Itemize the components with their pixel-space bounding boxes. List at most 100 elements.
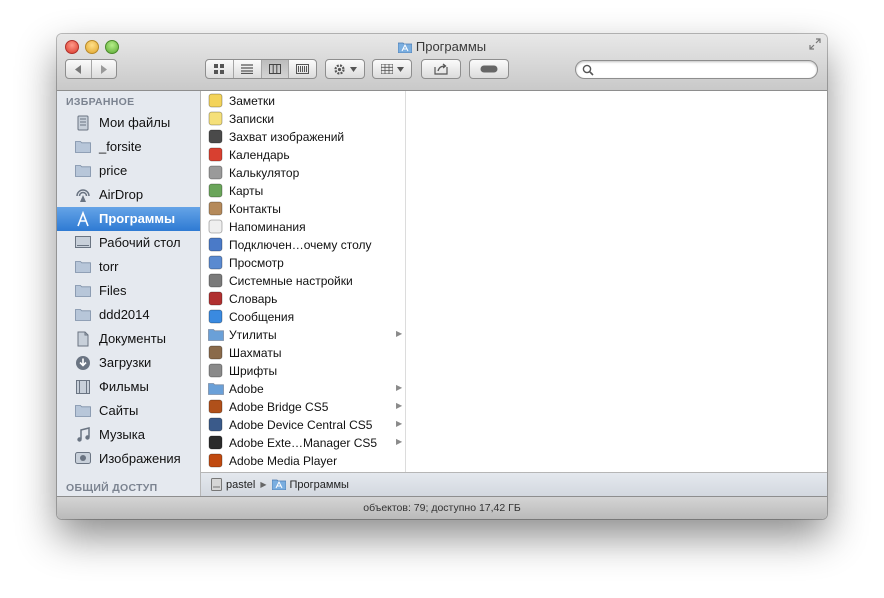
sidebar-item[interactable]: price <box>57 159 200 183</box>
notes-icon <box>208 93 223 108</box>
column-list-item[interactable]: Adobe Exte…Manager CS5 ▶ <box>201 434 405 452</box>
sidebar-item-label: price <box>99 163 128 178</box>
column-view-button[interactable] <box>261 60 290 78</box>
list-view-icon <box>241 64 254 74</box>
folder-icon <box>75 403 93 419</box>
column-item-label: Контакты <box>229 202 281 216</box>
column-item-label: Сообщения <box>229 310 295 324</box>
arrange-grid-icon <box>380 64 393 74</box>
stickies-icon <box>208 111 223 126</box>
music-icon <box>75 427 93 443</box>
column-list-item[interactable]: Утилиты ▶ <box>201 326 405 344</box>
sidebar-item[interactable]: Изображения <box>57 447 200 471</box>
column-list-item[interactable]: Просмотр <box>201 254 405 272</box>
view-mode-control <box>205 59 317 79</box>
column-list-item[interactable]: Сообщения <box>201 308 405 326</box>
column-list-item[interactable]: Записки <box>201 110 405 128</box>
applications-icon <box>75 210 93 227</box>
column-item-label: Заметки <box>229 94 275 108</box>
sidebar-item[interactable]: Программы <box>57 207 200 231</box>
movies-icon <box>75 379 93 395</box>
action-button[interactable] <box>325 59 365 79</box>
column-list-item[interactable]: Шрифты <box>201 362 405 380</box>
all-my-files-icon <box>75 115 93 131</box>
sidebar-item[interactable]: Музыка <box>57 423 200 447</box>
reminders-icon <box>208 219 223 234</box>
sidebar-item[interactable]: ddd2014 <box>57 303 200 327</box>
column-list-item[interactable]: Напоминания <box>201 218 405 236</box>
remote-desktop-icon <box>208 237 223 252</box>
image-capture-icon <box>208 129 223 144</box>
folder-icon <box>208 381 224 396</box>
fullscreen-icon[interactable] <box>809 38 821 53</box>
path-item-pastel[interactable]: pastel <box>211 478 255 491</box>
column-list-item[interactable]: Карты <box>201 182 405 200</box>
sidebar-item-label: Фильмы <box>99 379 149 394</box>
sidebar-item[interactable]: Мои файлы <box>57 111 200 135</box>
sidebar-item[interactable]: Сайты <box>57 399 200 423</box>
desktop-icon <box>75 235 93 251</box>
search-input[interactable] <box>575 60 818 79</box>
sidebar-item[interactable]: Рабочий стол <box>57 231 200 255</box>
pictures-icon <box>75 451 93 467</box>
back-button[interactable] <box>66 60 92 78</box>
folder-icon <box>75 307 93 323</box>
share-button[interactable] <box>421 59 461 79</box>
list-view-button[interactable] <box>234 60 262 78</box>
column-list-item[interactable]: Заметки <box>201 92 405 110</box>
column-item-label: Шахматы <box>229 346 282 360</box>
path-separator: ▶ <box>260 480 267 489</box>
arrange-button[interactable] <box>372 59 412 79</box>
preview-column <box>406 91 827 472</box>
sidebar: ИЗБРАННОЕ Мои файлы _forsite price AirDrop П… <box>57 91 201 496</box>
sidebar-header-shared: ОБЩИЙ ДОСТУП <box>66 482 158 494</box>
sidebar-item[interactable]: Files <box>57 279 200 303</box>
sidebar-item-label: ddd2014 <box>99 307 150 322</box>
chevron-down-icon <box>396 66 404 72</box>
font-book-icon <box>208 363 223 378</box>
column-list-item[interactable]: Контакты <box>201 200 405 218</box>
column-list-item[interactable]: Захват изображений <box>201 128 405 146</box>
window-title: Программы <box>57 39 827 56</box>
column-list-item[interactable]: Шахматы <box>201 344 405 362</box>
forward-button[interactable] <box>92 60 117 78</box>
sidebar-item[interactable]: _forsite <box>57 135 200 159</box>
finder-window: Программы ИЗБРАННОЕ Мои файлы _forsite p… <box>57 34 827 519</box>
column-list-item[interactable]: Adobe Bridge CS5 ▶ <box>201 398 405 416</box>
applications-icon <box>271 479 286 490</box>
sidebar-item[interactable]: Фильмы <box>57 375 200 399</box>
sidebar-item[interactable]: Документы <box>57 327 200 351</box>
column-list-item[interactable]: Словарь <box>201 290 405 308</box>
sidebar-item-label: Изображения <box>99 451 181 466</box>
preview-icon <box>208 255 223 270</box>
sidebar-item-label: Рабочий стол <box>99 235 181 250</box>
column-list-item[interactable]: Календарь <box>201 146 405 164</box>
sidebar-item[interactable]: torr <box>57 255 200 279</box>
chevron-down-icon <box>350 66 357 72</box>
adobe-bridge-icon <box>208 399 223 414</box>
column-list-item[interactable]: Adobe Media Player <box>201 452 405 470</box>
column-list-item[interactable]: Калькулятор <box>201 164 405 182</box>
column-item-label: Подключен…очему столу <box>229 238 372 252</box>
sidebar-item[interactable]: Загрузки <box>57 351 200 375</box>
disclosure-arrow-icon: ▶ <box>396 329 403 338</box>
sidebar-item[interactable]: AirDrop <box>57 183 200 207</box>
column-item-label: Календарь <box>229 148 290 162</box>
column-item-label: Системные настройки <box>229 274 353 288</box>
sidebar-item-label: Мои файлы <box>99 115 171 130</box>
sidebar-item-label: _forsite <box>99 139 142 154</box>
icon-view-button[interactable] <box>206 60 234 78</box>
share-icon <box>434 63 448 75</box>
column-list-item[interactable]: Adobe ▶ <box>201 380 405 398</box>
toolbar: Программы <box>57 34 827 91</box>
calendar-icon <box>208 147 223 162</box>
applications-column: Заметки Записки Захват изображений Календар… <box>201 91 406 472</box>
column-item-label: Просмотр <box>229 256 284 270</box>
path-item-applications[interactable]: Программы <box>271 479 349 491</box>
column-list-item[interactable]: Подключен…очему столу <box>201 236 405 254</box>
cover-flow-button[interactable] <box>289 60 316 78</box>
tags-button[interactable] <box>469 59 509 79</box>
column-list-item[interactable]: Adobe Device Central CS5 ▶ <box>201 416 405 434</box>
column-item-label: Adobe Bridge CS5 <box>229 400 329 414</box>
column-list-item[interactable]: Системные настройки <box>201 272 405 290</box>
